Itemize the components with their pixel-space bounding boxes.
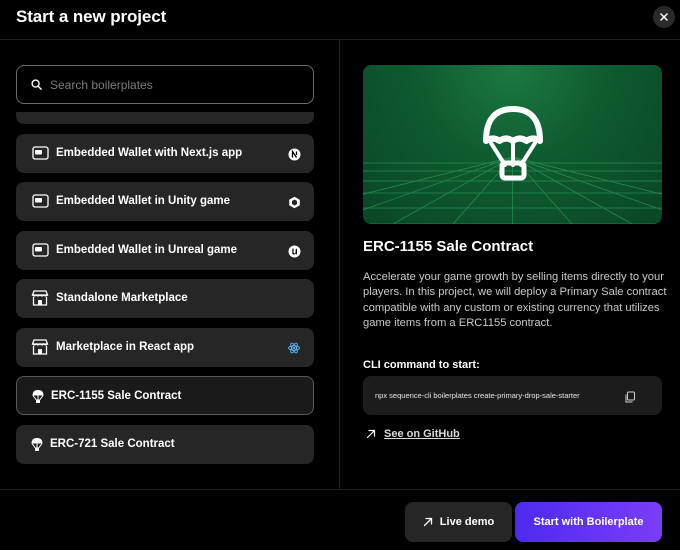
wallet-icon [31,242,49,258]
external-link-icon [366,429,376,439]
list-item-wallet-unity[interactable]: Embedded Wallet in Unity game [16,182,314,221]
project-description: Accelerate your game growth by selling i… [363,271,667,329]
search-input[interactable] [50,77,290,92]
cli-label: CLI command to start: [363,359,480,371]
modal-title: Start a new project [16,7,167,26]
grid-floor [363,106,662,224]
parachute-icon [29,388,47,404]
github-link[interactable]: See on GitHub [366,428,460,440]
project-title: ERC-1155 Sale Contract [363,238,534,255]
list-item-standalone-marketplace[interactable]: Standalone Marketplace [16,279,314,318]
wallet-icon [31,145,49,161]
unreal-icon [287,244,301,258]
copy-button[interactable] [624,390,636,403]
search-box [16,65,314,104]
footer-divider [0,489,680,490]
modal-header: Start a new project [0,0,680,40]
parachute-icon [28,436,46,452]
live-demo-button[interactable]: Live demo [405,502,512,542]
list-item-label: ERC-1155 Sale Contract [51,390,182,402]
list-item-wallet-unreal[interactable]: Embedded Wallet in Unreal game [16,231,314,270]
panel-divider [339,40,340,490]
boilerplate-list: Embedded Wallet with Next.js app Embedde… [16,112,314,472]
list-item-label: Embedded Wallet in Unreal game [56,244,238,256]
react-icon [287,341,301,355]
list-item-label: Embedded Wallet in Unity game [56,195,231,207]
cli-command-box: npx sequence-cli boilerplates create-pri… [363,376,662,415]
copy-icon [625,391,635,403]
close-button[interactable] [653,6,675,28]
list-item-label: Embedded Wallet with Next.js app [56,147,243,159]
list-item-partial[interactable] [16,112,314,124]
unity-icon [287,195,301,209]
storefront-icon [31,290,49,306]
list-item-marketplace-react[interactable]: Marketplace in React app [16,328,314,367]
list-item-label: ERC-721 Sale Contract [50,438,175,450]
list-item-label: Marketplace in React app [56,341,195,353]
start-with-boilerplate-button[interactable]: Start with Boilerplate [515,502,662,542]
search-icon [31,79,42,90]
close-icon [660,13,668,21]
github-link-label: See on GitHub [384,428,460,440]
live-demo-label: Live demo [439,516,495,528]
list-item-label: Standalone Marketplace [56,292,188,304]
external-link-icon [423,517,432,527]
list-item-erc1155-sale[interactable]: ERC-1155 Sale Contract [16,376,314,415]
storefront-icon [31,339,49,355]
nextjs-icon [287,147,301,161]
cli-command: npx sequence-cli boilerplates create-pri… [375,391,580,400]
wallet-icon [31,193,49,209]
list-item-wallet-nextjs[interactable]: Embedded Wallet with Next.js app [16,134,314,173]
list-item-erc721-sale[interactable]: ERC-721 Sale Contract [16,425,314,464]
project-hero-image [363,65,662,224]
start-button-label: Start with Boilerplate [533,516,644,528]
